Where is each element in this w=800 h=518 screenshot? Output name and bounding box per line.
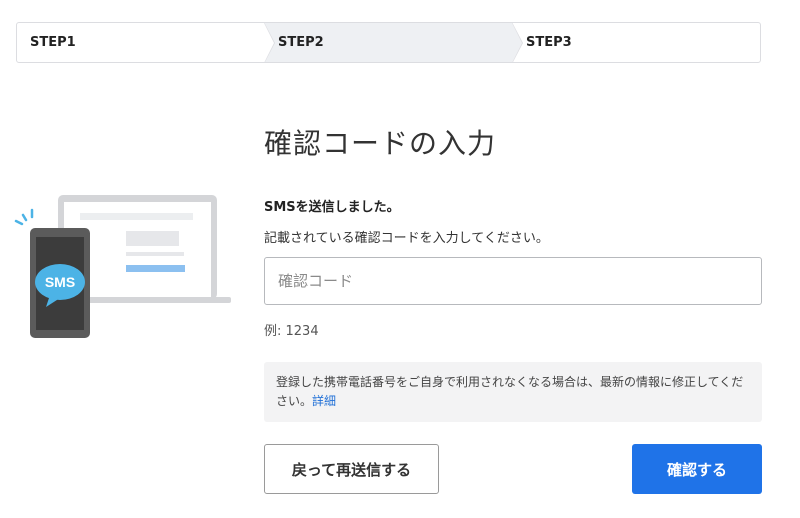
step-3: STEP3	[512, 23, 760, 62]
instruction-text: 記載されている確認コードを入力してください。	[264, 231, 549, 246]
step-1-label: STEP1	[30, 35, 76, 50]
stepper: STEP1 STEP2 STEP3	[16, 22, 761, 63]
page-title: 確認コードの入力	[264, 127, 497, 160]
step-1: STEP1	[17, 23, 275, 62]
step-2-label: STEP2	[278, 35, 324, 50]
details-link[interactable]: 詳細	[312, 394, 336, 408]
step-arrow	[264, 23, 274, 62]
step-3-label: STEP3	[526, 35, 572, 50]
phone-update-notice: 登録した携帯電話番号をご自身で利用されなくなる場合は、最新の情報に修正してくださ…	[264, 362, 762, 422]
verification-code-input[interactable]	[264, 257, 762, 305]
back-resend-button[interactable]: 戻って再送信する	[264, 444, 439, 494]
signal-icon	[14, 208, 34, 226]
sms-sent-message: SMSを送信しました。	[264, 200, 400, 215]
sms-illustration: SMS	[14, 195, 231, 338]
example-hint: 例: 1234	[264, 324, 319, 339]
step-2: STEP2	[264, 23, 523, 62]
sms-bubble-text: SMS	[45, 274, 75, 290]
confirm-button[interactable]: 確認する	[632, 444, 762, 494]
step-arrow	[512, 23, 522, 62]
notice-text: 登録した携帯電話番号をご自身で利用されなくなる場合は、最新の情報に修正してくださ…	[276, 375, 744, 408]
